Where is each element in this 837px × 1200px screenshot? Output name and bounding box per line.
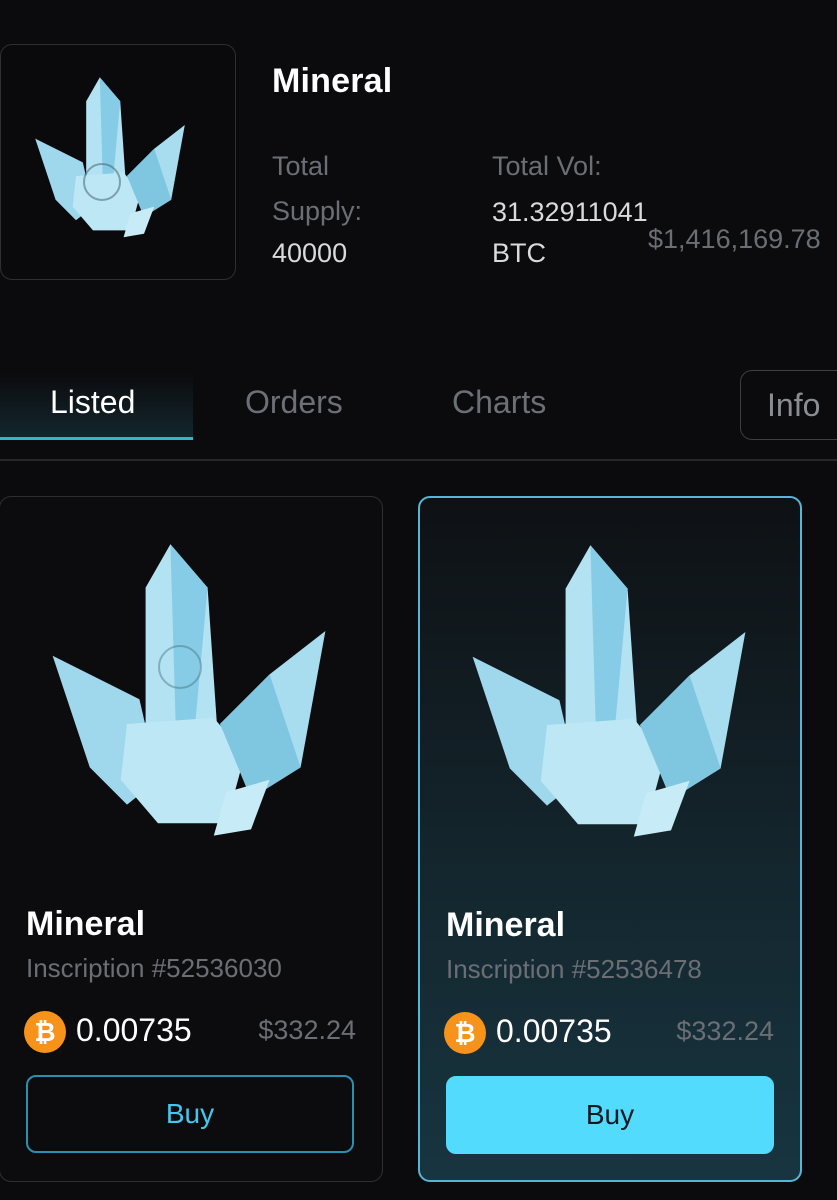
crystal-icon: [35, 77, 185, 238]
listing-card-selected[interactable]: Mineral Inscription #52536478 ₿ 0.00735 …: [418, 496, 802, 1182]
listing-inscription: Inscription #52536478: [446, 954, 702, 984]
total-supply-value: 40000: [272, 238, 348, 268]
listing-title: Mineral: [446, 906, 566, 944]
listing-title: Mineral: [26, 905, 146, 943]
touch-hand-icon: [158, 645, 202, 689]
collection-thumbnail[interactable]: [0, 44, 236, 280]
total-supply-stat: Total Supply: 40000: [272, 144, 362, 269]
collection-title: Mineral: [272, 62, 393, 100]
listing-inscription: Inscription #52536030: [26, 953, 282, 983]
info-button[interactable]: Info: [740, 370, 837, 440]
listing-price-btc: 0.00735: [76, 1012, 192, 1048]
total-vol-label: Total Vol:: [492, 151, 602, 181]
total-vol-usd: $1,416,169.78: [648, 224, 821, 254]
touch-hand-icon: [83, 163, 121, 201]
listing-card[interactable]: Mineral Inscription #52536030 ₿ 0.00735 …: [0, 496, 383, 1182]
listing-price-usd: $332.24: [676, 1016, 774, 1046]
total-vol-stat: Total Vol: 31.32911041 BTC: [492, 144, 648, 269]
tab-active-underline: [0, 437, 193, 440]
crystal-icon: [472, 545, 746, 837]
crystal-icon: [52, 544, 326, 836]
bitcoin-icon: ₿: [24, 1011, 66, 1053]
total-vol-btc: 31.32911041: [492, 197, 648, 227]
tab-charts[interactable]: Charts: [452, 384, 546, 421]
tab-orders[interactable]: Orders: [245, 384, 343, 421]
buy-button[interactable]: Buy: [26, 1075, 354, 1153]
bitcoin-icon: ₿: [444, 1012, 486, 1054]
listing-price-usd: $332.24: [258, 1015, 356, 1045]
listing-price-btc: 0.00735: [496, 1013, 612, 1049]
tab-listed[interactable]: Listed: [50, 384, 135, 421]
tab-divider: [0, 459, 837, 461]
buy-button[interactable]: Buy: [446, 1076, 774, 1154]
total-supply-label-2: Supply:: [272, 196, 363, 226]
total-supply-label-1: Total: [272, 151, 330, 181]
total-vol-btc-unit: BTC: [492, 238, 546, 268]
